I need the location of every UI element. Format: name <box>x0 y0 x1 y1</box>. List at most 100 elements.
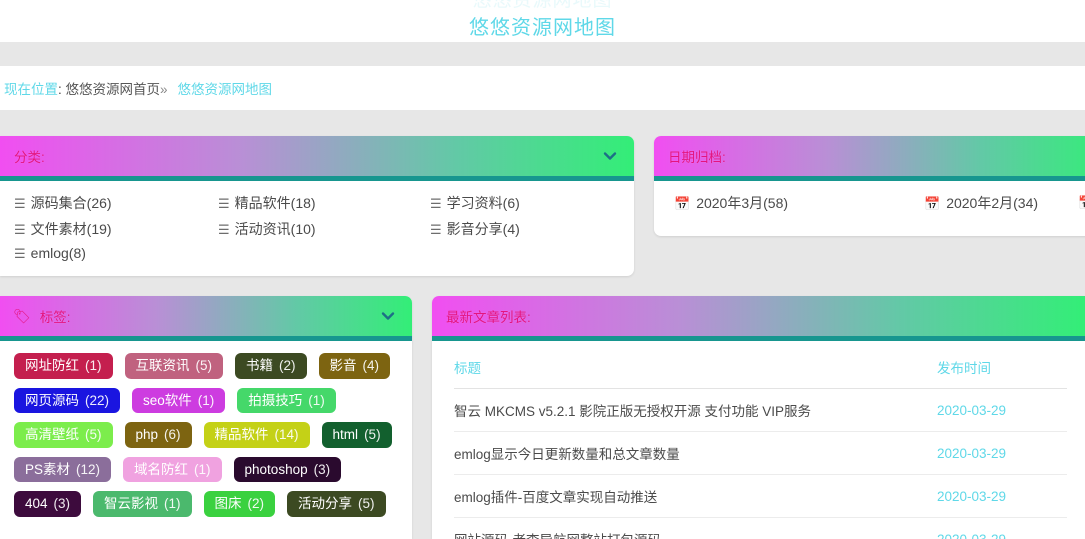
tag-chip[interactable]: 图床 (2) <box>204 491 276 517</box>
tag-chip[interactable]: php(6) <box>125 422 192 448</box>
category-label: 影音分享(4) <box>447 221 520 237</box>
date-archive-header-title: 日期归档: <box>654 146 726 166</box>
article-title[interactable]: 智云 MKCMS v5.2.1 影院正版无授权开源 支付功能 VIP服务 <box>454 389 937 432</box>
tag-label: PS素材 <box>25 462 70 478</box>
category-label: 活动资讯(10) <box>235 221 316 237</box>
article-title[interactable]: emlog显示今日更新数量和总文章数量 <box>454 432 937 475</box>
tags-list: 网址防红(1)互联资讯(5)书籍(2)影音(4)网页源码(22)seo软件(1)… <box>0 341 395 517</box>
category-item[interactable]: ☰影音分享(4) <box>430 219 634 239</box>
tag-chip[interactable]: seo软件 (1) <box>132 388 225 414</box>
categories-panel: 分类: ☰ 源码集合(26) ☰精品软件(18) ☰学习资料(6) ☰ 文件素材(1… <box>0 136 634 276</box>
list-icon: ☰ <box>14 246 26 261</box>
chevron-down-icon[interactable] <box>602 148 618 164</box>
divider-band-mid <box>0 110 1085 136</box>
tags-panel: 🏷 标签: 网址防红(1)互联资讯(5)书籍(2)影音(4)网页源码(22)se… <box>0 296 412 539</box>
categories-header-title: 分类: <box>0 146 45 166</box>
tag-label: photoshop <box>245 462 308 478</box>
article-title[interactable]: 网站源码-老李导航网整站打包源码 <box>454 518 937 539</box>
tag-label: 互联资讯 <box>136 358 190 374</box>
tag-count: (5) <box>196 358 213 374</box>
date-archive-list: 📅2020年3月(58) 📅2020年2月(34) <box>654 181 1085 213</box>
column-header-date: 发布时间 <box>937 341 1067 389</box>
tags-panel-header[interactable]: 🏷 标签: <box>0 296 412 341</box>
category-item[interactable]: ☰ emlog(8) <box>14 245 218 262</box>
tag-chip[interactable]: 智云影视(1) <box>93 491 192 517</box>
tag-label: 书籍 <box>246 358 273 374</box>
category-item[interactable]: ☰ 活动资讯(10) <box>218 219 430 239</box>
list-icon: ☰ <box>218 222 230 237</box>
date-archive-item[interactable]: 📅2020年2月(34) <box>924 193 1085 213</box>
tag-count: (6) <box>164 427 181 443</box>
tag-count: (1) <box>85 358 102 374</box>
articles-table: 标题 发布时间 智云 MKCMS v5.2.1 影院正版无授权开源 支付功能 V… <box>454 341 1067 539</box>
table-row[interactable]: emlog插件-百度文章实现自动推送2020-03-29 <box>454 475 1067 518</box>
tag-chip[interactable]: 活动分享(5) <box>287 491 386 517</box>
tag-label: 高清壁纸 <box>25 427 79 443</box>
tag-chip[interactable]: 404(3) <box>14 491 81 517</box>
articles-panel: 最新文章列表: 标题 发布时间 智云 MKCMS v5.2.1 影院正版无授权开… <box>432 296 1085 539</box>
tag-count: (1) <box>194 462 211 478</box>
category-label: 文件素材(19) <box>31 221 112 237</box>
tag-label: 网页源码 <box>25 393 79 409</box>
tag-label: 拍摄技巧 <box>248 393 302 409</box>
category-label: emlog(8) <box>31 245 86 261</box>
table-row[interactable]: emlog显示今日更新数量和总文章数量2020-03-29 <box>454 432 1067 475</box>
breadcrumb-band: 现在位置: 悠悠资源网首页»悠悠资源网地图 <box>0 66 1085 110</box>
tag-label: seo软件 <box>143 393 192 409</box>
table-row[interactable]: 智云 MKCMS v5.2.1 影院正版无授权开源 支付功能 VIP服务2020… <box>454 389 1067 432</box>
tag-chip[interactable]: html(5) <box>322 422 392 448</box>
calendar-icon[interactable]: 📅 <box>1078 195 1085 215</box>
tag-label: 影音 <box>330 358 357 374</box>
tag-count: (2) <box>248 496 265 512</box>
tags-header-title: 标签: <box>26 306 71 326</box>
category-item[interactable]: ☰ 源码集合(26) <box>14 193 218 213</box>
tag-chip[interactable]: 书籍(2) <box>235 353 307 379</box>
tag-chip[interactable]: 互联资讯 (5) <box>125 353 224 379</box>
category-item[interactable]: ☰ 文件素材(19) <box>14 219 218 239</box>
tag-count: (1) <box>198 393 215 409</box>
tag-chip[interactable]: PS素材 (12) <box>14 457 111 483</box>
category-item[interactable]: ☰精品软件(18) <box>218 193 430 213</box>
breadcrumb-home-link[interactable]: 悠悠资源网首页 <box>66 82 161 97</box>
article-title[interactable]: emlog插件-百度文章实现自动推送 <box>454 475 937 518</box>
ghost-title-strip: 悠悠资源网地图 <box>0 0 1085 8</box>
tag-chip[interactable]: 网址防红(1) <box>14 353 113 379</box>
categories-panel-header[interactable]: 分类: <box>0 136 634 181</box>
tag-count: (4) <box>363 358 380 374</box>
ghost-title-text: 悠悠资源网地图 <box>0 0 1085 7</box>
tag-label: 404 <box>25 496 48 512</box>
category-label: 源码集合(26) <box>31 195 112 211</box>
category-item[interactable]: ☰学习资料(6) <box>430 193 634 213</box>
articles-header-title: 最新文章列表: <box>432 306 531 326</box>
sitemap-page: 悠悠资源网地图 悠悠资源网地图 现在位置: 悠悠资源网首页»悠悠资源网地图 分类… <box>0 0 1085 539</box>
column-header-title: 标题 <box>454 341 937 389</box>
tag-chip[interactable]: photoshop (3) <box>234 457 342 483</box>
tag-chip[interactable]: 影音 (4) <box>319 353 391 379</box>
breadcrumb-colon: : <box>58 82 66 97</box>
articles-panel-header[interactable]: 最新文章列表: <box>432 296 1085 341</box>
date-archive-panel-header[interactable]: 日期归档: <box>654 136 1085 181</box>
tag-count: (3) <box>314 462 331 478</box>
articles-table-wrap: 标题 发布时间 智云 MKCMS v5.2.1 影院正版无授权开源 支付功能 V… <box>432 341 1085 539</box>
tag-count: (12) <box>76 462 100 478</box>
tag-chip[interactable]: 网页源码(22) <box>14 388 120 414</box>
tag-chip[interactable]: 高清壁纸 (5) <box>14 422 113 448</box>
chevron-down-icon[interactable] <box>380 308 396 324</box>
table-header-row: 标题 发布时间 <box>454 341 1067 389</box>
list-icon: ☰ <box>14 222 26 237</box>
tag-chip[interactable]: 拍摄技巧(1) <box>237 388 336 414</box>
list-icon: ☰ <box>14 196 26 211</box>
tag-chip[interactable]: 精品软件(14) <box>204 422 310 448</box>
date-archive-item[interactable]: 📅2020年3月(58) <box>674 193 924 213</box>
tag-label: 图床 <box>215 496 242 512</box>
table-row[interactable]: 网站源码-老李导航网整站打包源码2020-03-29 <box>454 518 1067 539</box>
tag-count: (5) <box>364 427 381 443</box>
article-date: 2020-03-29 <box>937 389 1067 432</box>
tag-count: (5) <box>85 427 102 443</box>
page-title: 悠悠资源网地图 <box>469 11 616 40</box>
article-date: 2020-03-29 <box>937 475 1067 518</box>
breadcrumb-current[interactable]: 悠悠资源网地图 <box>178 82 273 97</box>
tag-label: 域名防红 <box>134 462 188 478</box>
tag-chip[interactable]: 域名防红 (1) <box>123 457 222 483</box>
categories-list: ☰ 源码集合(26) ☰精品软件(18) ☰学习资料(6) ☰ 文件素材(19) ☰… <box>0 181 634 262</box>
